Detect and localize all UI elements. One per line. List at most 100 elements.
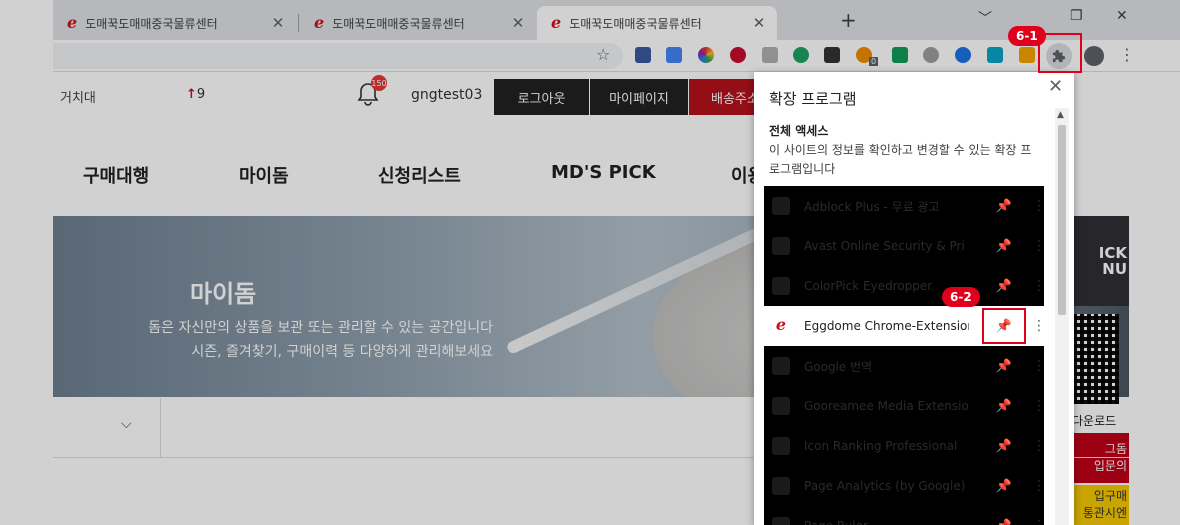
qr-code <box>1073 314 1119 404</box>
bookmark-star-icon[interactable]: ☆ <box>596 45 610 64</box>
browser-tab[interactable]: e 도매꾹도매매중국물류센터 ✕ <box>300 6 536 40</box>
extension-name: Gooreamee Media Extension <box>804 399 969 413</box>
md-pick-side-banner[interactable]: ICK NU <box>1066 216 1129 306</box>
colorpick-extension-icon[interactable] <box>698 47 714 63</box>
browser-menu-icon[interactable]: ⋮ <box>1119 45 1135 64</box>
tab-close-icon[interactable]: ✕ <box>270 14 286 32</box>
analytics-extension-icon[interactable] <box>1019 47 1035 63</box>
extension-name: Adblock Plus - 무료 광고 <box>804 199 940 214</box>
new-tab-button[interactable]: + <box>840 8 857 32</box>
nav-item-mds-pick[interactable]: MD'S PICK <box>551 162 656 183</box>
extension-icon[interactable] <box>892 47 908 63</box>
extension-icon <box>772 517 790 525</box>
nav-item-request-list[interactable]: 신청리스트 <box>378 162 461 188</box>
extension-row[interactable]: Page Ruler 📌 ⋮ <box>764 506 1046 525</box>
extension-row[interactable]: e Eggdome Chrome-Extension 📌 ⋮ <box>764 306 1046 346</box>
hero-title: 마이돔 <box>190 280 257 308</box>
extension-list: Adblock Plus - 무료 광고 📌 ⋮ Avast Online Secur… <box>764 186 1046 525</box>
translate-extension-icon[interactable] <box>666 47 682 63</box>
mypage-button[interactable]: 마이페이지 <box>590 79 688 115</box>
extension-badge: 0 <box>869 57 879 66</box>
extension-name: Avast Online Security & Pri <box>804 239 965 253</box>
close-icon[interactable]: ✕ <box>1048 76 1063 97</box>
more-options-icon[interactable]: ⋮ <box>1032 398 1046 414</box>
scrollbar-thumb[interactable] <box>1058 125 1066 315</box>
extension-row[interactable]: Gooreamee Media Extension 📌 ⋮ <box>764 386 1046 426</box>
customs-side-banner[interactable]: 입구매 통관시엔 <box>1066 485 1129 525</box>
tab-close-icon[interactable]: ✕ <box>510 14 526 32</box>
extension-name: Google 번역 <box>804 359 873 374</box>
extension-icon[interactable] <box>635 47 651 63</box>
pin-icon[interactable]: 📌 <box>982 508 1026 525</box>
extension-icon[interactable] <box>923 47 939 63</box>
scroll-up-icon[interactable]: ▲ <box>1057 110 1064 120</box>
extension-icon[interactable] <box>987 47 1003 63</box>
extension-row[interactable]: Icon Ranking Professional 📌 ⋮ <box>764 426 1046 466</box>
extension-icon <box>772 437 790 455</box>
access-description: 이 사이트의 정보를 확인하고 변경할 수 있는 확장 프로그램입니다 <box>769 143 1032 176</box>
extension-name: Icon Ranking Professional <box>804 439 958 453</box>
trending-keyword[interactable]: 거치대 <box>60 87 96 106</box>
more-options-icon[interactable]: ⋮ <box>1032 478 1046 494</box>
close-window-icon[interactable]: ✕ <box>1116 8 1128 24</box>
side-banner-text: 입구매 <box>1093 489 1127 503</box>
extension-row[interactable]: Avast Online Security & Pri 📌 ⋮ <box>764 226 1046 266</box>
profile-avatar[interactable] <box>1084 46 1104 66</box>
shipping-address-button[interactable]: 배송주소 <box>689 79 755 115</box>
extension-icon <box>772 277 790 295</box>
tab-title: 도매꾹도매매중국물류센터 <box>332 16 465 31</box>
extension-row[interactable]: ColorPick Eyedropper 📌 ⋮ <box>764 266 1046 306</box>
pin-icon[interactable]: 📌 <box>982 268 1026 304</box>
side-banner-text: NU <box>1102 260 1127 278</box>
side-banner-text: 입문의 <box>1093 459 1127 473</box>
notification-badge: 150 <box>371 75 387 91</box>
pin-icon[interactable]: 📌 <box>982 468 1026 504</box>
more-options-icon[interactable]: ⋮ <box>1032 518 1046 525</box>
pin-icon[interactable]: 📌 <box>982 228 1026 264</box>
more-options-icon[interactable]: ⋮ <box>1032 198 1046 214</box>
extension-name: Page Ruler <box>804 519 969 525</box>
tab-close-icon[interactable]: ✕ <box>751 14 767 32</box>
step-badge: 6-2 <box>942 287 980 307</box>
browser-tab[interactable]: e 도매꾹도매매중국물류센터 ✕ <box>53 6 296 40</box>
pin-icon[interactable]: 📌 <box>982 348 1026 384</box>
extension-icon <box>772 397 790 415</box>
extension-icon[interactable] <box>793 47 809 63</box>
extension-row[interactable]: Google 번역 📌 ⋮ <box>764 346 1046 386</box>
more-options-icon[interactable]: ⋮ <box>1032 358 1046 374</box>
nav-item-mydome[interactable]: 마이돔 <box>239 162 289 188</box>
popup-title: 확장 프로그램 <box>769 90 857 108</box>
extension-icon[interactable] <box>955 47 971 63</box>
side-banner-text: ICK <box>1098 244 1127 262</box>
pin-icon[interactable]: 📌 <box>982 388 1026 424</box>
site-favicon-icon: e <box>314 13 325 32</box>
extension-icon <box>772 197 790 215</box>
extension-name: Page Analytics (by Google) <box>804 479 966 493</box>
extension-row[interactable]: Adblock Plus - 무료 광고 📌 ⋮ <box>764 186 1046 226</box>
chevron-down-icon[interactable]: ⌵ <box>121 416 132 432</box>
browser-tab-active[interactable]: e 도매꾹도매매중국물류센터 ✕ <box>537 6 777 40</box>
more-options-icon[interactable]: ⋮ <box>1032 238 1046 254</box>
more-options-icon[interactable]: ⋮ <box>1032 278 1046 294</box>
extension-icon <box>772 357 790 375</box>
extension-icon[interactable] <box>824 47 840 63</box>
address-bar[interactable] <box>53 43 623 69</box>
pin-icon[interactable]: 📌 <box>982 188 1026 224</box>
restore-window-icon[interactable]: ❐ <box>1070 8 1083 24</box>
extension-icon: e <box>775 315 787 334</box>
tab-search-icon[interactable]: ﹀ <box>978 8 992 28</box>
browser-toolbar: ☆ 0 ⋮ <box>53 40 1180 72</box>
hero-desc-line: 돔은 자신만의 상품을 보관 또는 관리할 수 있는 공간입니다 <box>148 320 493 336</box>
extension-icon <box>772 237 790 255</box>
nav-item-purchase-agent[interactable]: 구매대행 <box>83 162 149 188</box>
extension-icon[interactable] <box>762 47 778 63</box>
step-badge: 6-1 <box>1008 26 1046 46</box>
hero-desc-line: 시즌, 즐겨찾기, 구매이력 등 다양하게 관리해보세요 <box>191 344 493 360</box>
more-options-icon[interactable]: ⋮ <box>1032 438 1046 454</box>
pin-icon[interactable]: 📌 <box>982 308 1026 344</box>
logout-button[interactable]: 로그아웃 <box>494 79 589 115</box>
extension-row[interactable]: Page Analytics (by Google) 📌 ⋮ <box>764 466 1046 506</box>
more-options-icon[interactable]: ⋮ <box>1032 318 1046 334</box>
adblock-extension-icon[interactable] <box>730 47 746 63</box>
pin-icon[interactable]: 📌 <box>982 428 1026 464</box>
